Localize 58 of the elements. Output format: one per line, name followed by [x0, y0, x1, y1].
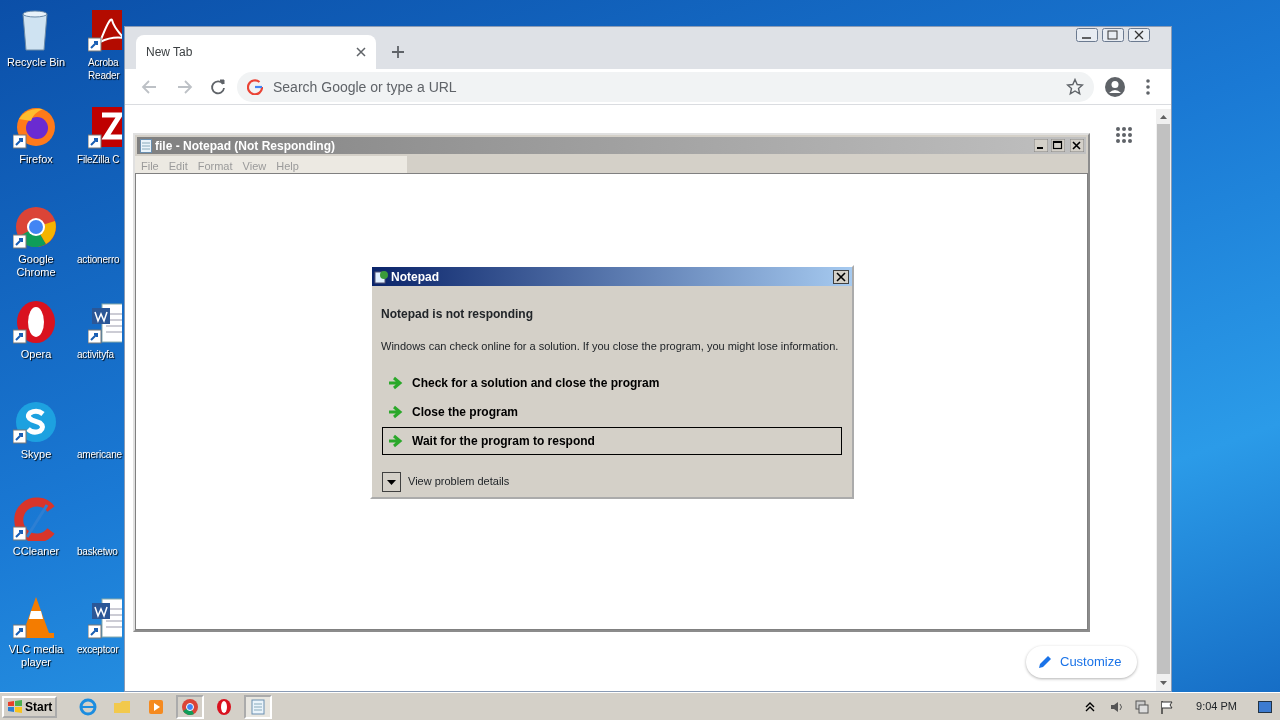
start-button[interactable]: Start — [2, 695, 58, 718]
close-icon[interactable] — [1070, 139, 1084, 152]
icon-label[interactable]: actionerro — [77, 253, 120, 266]
profile-icon[interactable] — [1105, 77, 1125, 97]
option-button[interactable]: Wait for the program to respond — [382, 426, 842, 455]
dialog-message: Windows can check online for a solution. If you close the program, you might lose information. — [381, 339, 840, 354]
address-field[interactable]: Search Google or type a URL — [271, 75, 1058, 99]
window-title: file - Notepad (Not Responding) — [155, 137, 336, 155]
expand-button[interactable] — [382, 471, 401, 492]
new-tab-icon[interactable] — [391, 45, 405, 59]
dialog-title: Notepad — [391, 268, 440, 286]
option-button[interactable]: Close the program — [382, 397, 842, 426]
icon-label[interactable]: basketwo — [77, 545, 118, 558]
icon-label[interactable]: Opera — [5, 348, 67, 361]
close-icon[interactable] — [356, 47, 366, 57]
reload-icon[interactable] — [209, 77, 227, 96]
arrow-icon — [388, 404, 404, 419]
apps-grid-icon[interactable] — [1116, 127, 1132, 143]
windows-logo-icon — [7, 699, 23, 714]
skype-icon[interactable] — [13, 400, 59, 444]
icon-label[interactable]: exceptcor — [77, 643, 119, 656]
close-icon[interactable] — [833, 269, 849, 284]
icon-label[interactable]: americane — [77, 448, 122, 461]
icon-label[interactable]: CCleaner — [5, 545, 67, 558]
option-button[interactable]: Check for a solution and close the program — [382, 368, 842, 397]
chrome-icon[interactable] — [181, 697, 200, 716]
arrow-icon — [388, 433, 404, 448]
star-icon[interactable] — [1066, 78, 1084, 96]
icon-label[interactable]: Google Chrome — [5, 253, 67, 279]
pencil-icon — [1038, 655, 1052, 669]
filezilla-icon[interactable] — [88, 105, 122, 149]
opera-icon[interactable] — [215, 697, 234, 716]
clock[interactable]: 9:04 PM — [1196, 698, 1237, 715]
scrollbar-drawing[interactable] — [1156, 109, 1171, 691]
flag-icon[interactable] — [1159, 698, 1176, 715]
chrome-icon[interactable] — [13, 205, 59, 249]
app-icon — [374, 269, 388, 284]
pdf-icon[interactable] — [88, 8, 122, 52]
icon-label[interactable]: Skype — [5, 448, 67, 461]
menu-icon[interactable] — [1146, 79, 1150, 95]
browser-tab[interactable]: New Tab — [136, 35, 376, 69]
icon-label[interactable]: activityfa — [77, 348, 114, 361]
icon-label[interactable]: FileZilla C — [77, 153, 120, 166]
icon-label[interactable]: Recycle Bin — [5, 56, 67, 69]
arrow-icon — [388, 375, 404, 390]
icon-label[interactable]: Firefox — [5, 153, 67, 166]
close-icon[interactable] — [1128, 28, 1150, 42]
minimize-icon[interactable] — [1034, 139, 1048, 152]
address-bar[interactable]: Search Google or type a URL — [237, 72, 1094, 102]
maximize-icon[interactable] — [1051, 139, 1065, 152]
customize-button[interactable]: Customize — [1026, 646, 1138, 678]
notepad-icon — [140, 138, 152, 153]
icon-label[interactable]: Acroba Reader — [88, 56, 122, 82]
details-label[interactable]: View problem details — [408, 473, 510, 490]
show-desktop-icon[interactable] — [1258, 699, 1272, 714]
restore-icon[interactable] — [1102, 28, 1124, 42]
icon-label[interactable]: VLC media player — [5, 643, 67, 669]
dialog-heading: Notepad is not responding — [381, 306, 534, 323]
